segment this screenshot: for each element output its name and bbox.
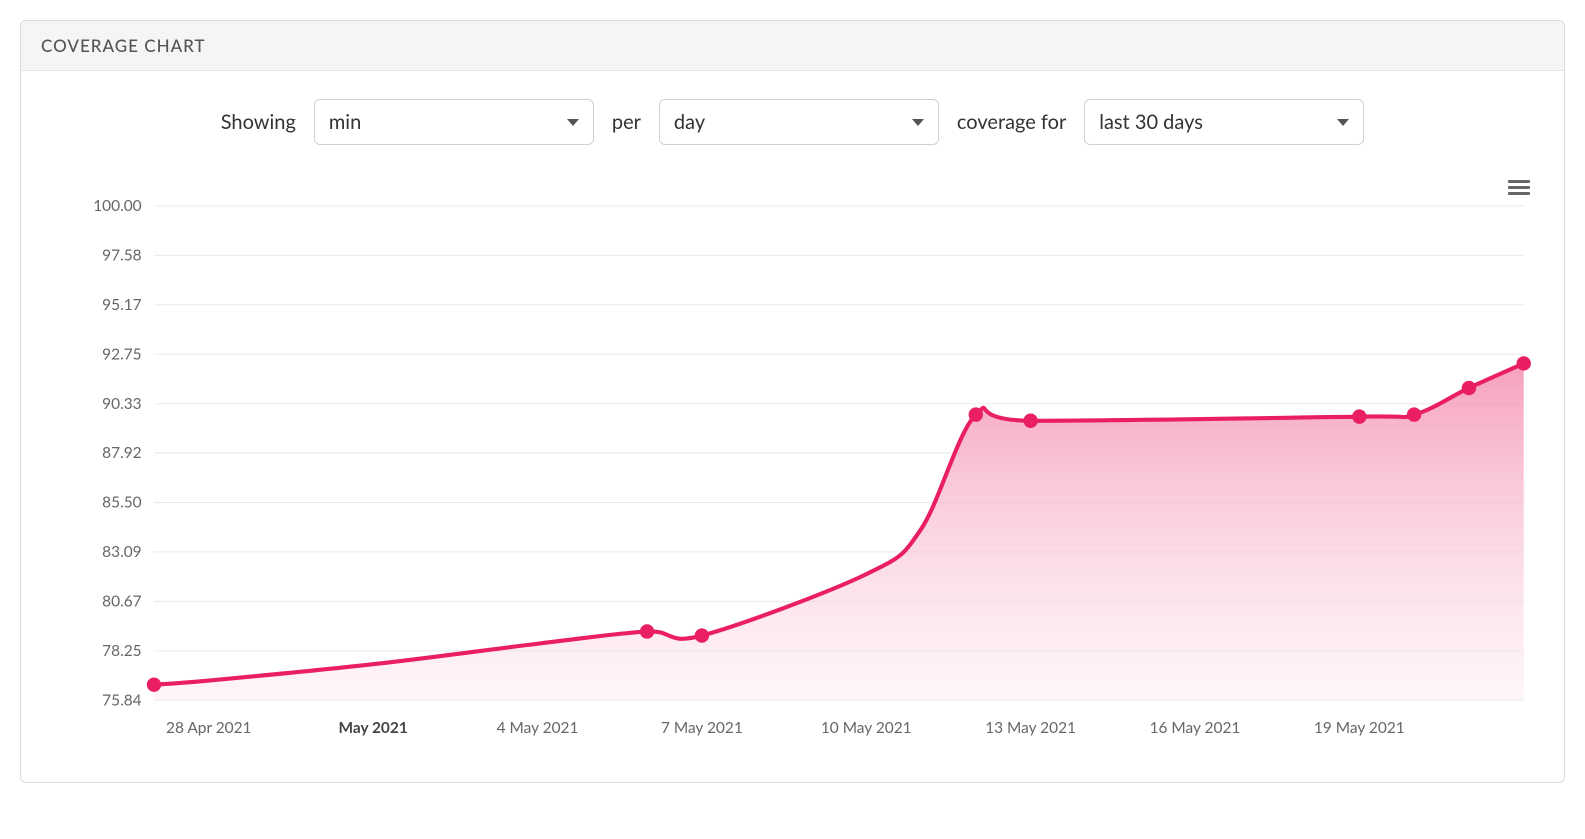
coverage-for-label: coverage for (957, 110, 1066, 134)
chart-menu-icon[interactable] (1504, 173, 1534, 202)
aggregation-value: min (329, 110, 361, 134)
chevron-down-icon (1337, 119, 1349, 126)
coverage-chart-card: COVERAGE CHART Showing min per day cover… (20, 20, 1565, 783)
svg-text:80.67: 80.67 (102, 593, 142, 611)
card-header: COVERAGE CHART (21, 21, 1564, 71)
svg-text:85.50: 85.50 (102, 494, 142, 512)
per-label: per (612, 110, 641, 134)
svg-text:100.00: 100.00 (93, 197, 141, 215)
svg-text:19 May 2021: 19 May 2021 (1314, 719, 1405, 737)
showing-label: Showing (221, 110, 296, 134)
svg-text:May 2021: May 2021 (338, 719, 407, 737)
interval-value: day (674, 110, 705, 134)
svg-text:87.92: 87.92 (102, 444, 142, 462)
range-select[interactable]: last 30 days (1084, 99, 1364, 145)
svg-text:97.58: 97.58 (102, 247, 142, 265)
svg-text:75.84: 75.84 (102, 691, 142, 709)
chevron-down-icon (567, 119, 579, 126)
chevron-down-icon (912, 119, 924, 126)
svg-text:13 May 2021: 13 May 2021 (985, 719, 1076, 737)
svg-text:16 May 2021: 16 May 2021 (1150, 719, 1241, 737)
chart-controls: Showing min per day coverage for last 30… (21, 71, 1564, 165)
range-value: last 30 days (1099, 110, 1203, 134)
svg-text:7 May 2021: 7 May 2021 (661, 719, 743, 737)
svg-text:92.75: 92.75 (102, 345, 141, 363)
svg-text:78.25: 78.25 (102, 642, 141, 660)
chart-area: 75.84 78.25 80.67 83.09 85.50 87.92 90.33 92.75… (21, 165, 1564, 782)
svg-text:83.09: 83.09 (102, 543, 141, 561)
coverage-line-chart: 75.84 78.25 80.67 83.09 85.50 87.92 90.33 92.75… (51, 175, 1534, 752)
svg-text:28 Apr 2021: 28 Apr 2021 (166, 719, 251, 737)
svg-text:90.33: 90.33 (102, 395, 142, 413)
aggregation-select[interactable]: min (314, 99, 594, 145)
card-title: COVERAGE CHART (41, 35, 206, 56)
svg-text:10 May 2021: 10 May 2021 (821, 719, 912, 737)
interval-select[interactable]: day (659, 99, 939, 145)
svg-text:95.17: 95.17 (102, 296, 142, 314)
svg-text:4 May 2021: 4 May 2021 (497, 719, 579, 737)
